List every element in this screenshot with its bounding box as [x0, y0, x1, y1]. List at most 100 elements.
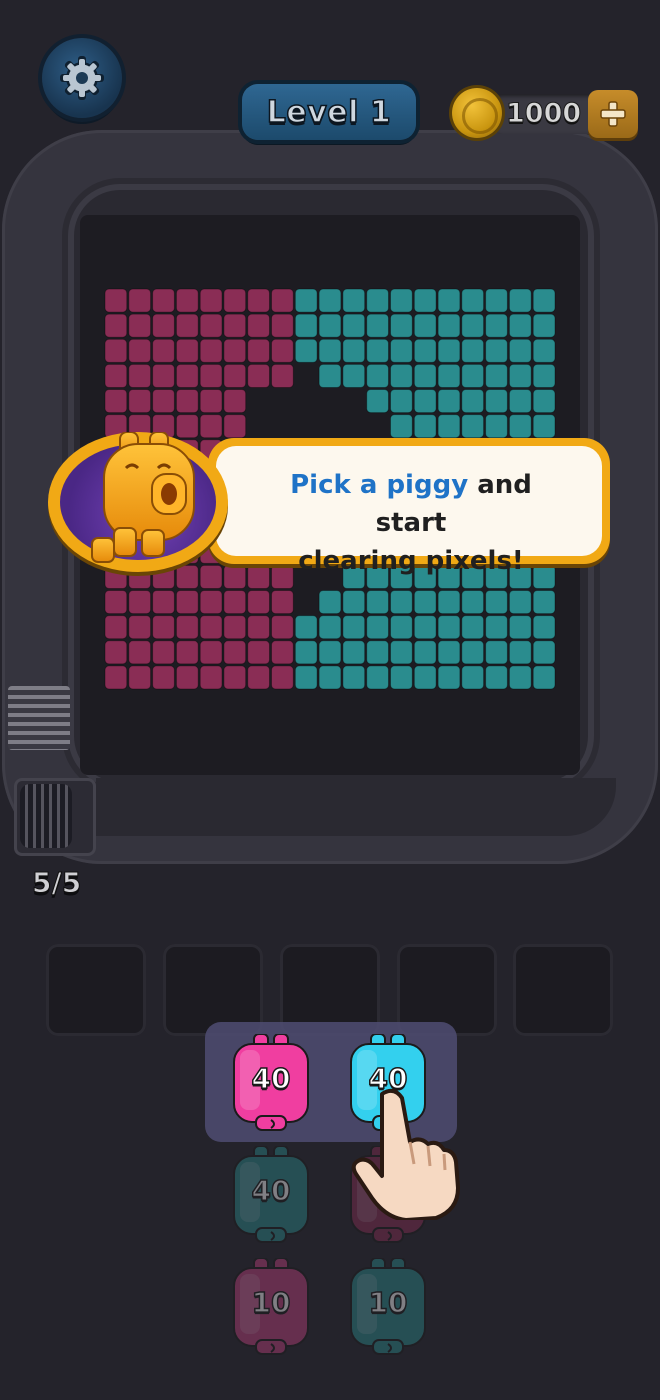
- pixel-block: [247, 640, 270, 665]
- pixel-block: [508, 338, 532, 363]
- tutorial-message: Pick a piggy and start clearing pixels!: [256, 466, 566, 580]
- pixel-block: [175, 363, 199, 389]
- pixel-block: [461, 389, 485, 414]
- pixel-block: [461, 665, 485, 690]
- pixel-block: [437, 615, 461, 640]
- plate-stack: [8, 686, 70, 750]
- pixel-block: [413, 363, 437, 389]
- pixel-block: [461, 640, 485, 665]
- pixel-block: [508, 615, 532, 640]
- pixel-block: [532, 615, 556, 640]
- pixel-block: [485, 288, 508, 313]
- pixel-block: [366, 338, 390, 363]
- add-coins-button[interactable]: [588, 90, 638, 138]
- piggy-capacity-value: 10: [251, 1285, 291, 1320]
- pixel-block: [175, 615, 199, 640]
- pixel-block: [104, 363, 128, 389]
- pixel-block: [152, 665, 175, 690]
- pixel-block: [390, 615, 413, 640]
- pixel-block: [271, 665, 294, 690]
- pixel-block: [128, 389, 152, 414]
- pixel-block: [199, 363, 223, 389]
- pixel-block: [199, 665, 223, 690]
- pixel-block: [271, 363, 294, 389]
- pixel-block: [342, 590, 366, 615]
- pixel-block: [128, 615, 152, 640]
- tutorial-panel-inner: Pick a piggy and start clearing pixels!: [216, 446, 602, 576]
- pixel-block: [152, 615, 175, 640]
- pixel-block: [294, 665, 318, 690]
- pixel-block: [199, 313, 223, 338]
- pixel-block: [366, 288, 390, 313]
- pixel-block: [461, 590, 485, 615]
- coin-value: 1000: [505, 98, 582, 130]
- pixel-block: [104, 288, 128, 313]
- pixel-block: [271, 313, 294, 338]
- piggy-capacity-value: 10: [368, 1285, 408, 1320]
- coin-icon: [452, 88, 502, 138]
- pixel-block: [508, 665, 532, 690]
- pixel-block: [223, 640, 247, 665]
- pixel-block: [390, 640, 413, 665]
- pixel-block: [485, 615, 508, 640]
- pixel-block: [508, 313, 532, 338]
- pixel-block: [366, 389, 390, 414]
- pixel-block: [413, 288, 437, 313]
- pixel-block: [342, 363, 366, 389]
- pixel-block: [294, 288, 318, 313]
- pixel-block: [223, 590, 247, 615]
- reel-disk: [20, 784, 72, 848]
- pixel-block: [175, 313, 199, 338]
- pixel-block: [461, 615, 485, 640]
- piggy-pink-10: 10: [232, 1257, 310, 1358]
- pixel-block: [104, 640, 128, 665]
- pixel-block: [413, 389, 437, 414]
- settings-button[interactable]: [42, 38, 122, 118]
- pixel-block: [485, 665, 508, 690]
- pixel-block: [152, 389, 175, 414]
- pixel-block: [366, 640, 390, 665]
- pixel-block: [508, 288, 532, 313]
- pixel-block: [532, 288, 556, 313]
- piggy-pink-40-active[interactable]: 40: [232, 1033, 310, 1134]
- pixel-block: [104, 389, 128, 414]
- pixel-block: [342, 338, 366, 363]
- pixel-block: [413, 338, 437, 363]
- pixel-block: [152, 288, 175, 313]
- pixel-block: [366, 665, 390, 690]
- pixel-block: [342, 665, 366, 690]
- pixel-block: [413, 665, 437, 690]
- pixel-block: [366, 363, 390, 389]
- piggy-slot-1[interactable]: [46, 944, 146, 1036]
- pixel-block: [128, 313, 152, 338]
- pixel-block: [390, 338, 413, 363]
- pixel-block: [390, 665, 413, 690]
- pixel-block: [223, 615, 247, 640]
- piggy-mascot-icon: [91, 432, 195, 563]
- pixel-block: [318, 640, 342, 665]
- pixel-block: [128, 590, 152, 615]
- pixel-block: [390, 288, 413, 313]
- pixel-block: [390, 590, 413, 615]
- pixel-block: [413, 640, 437, 665]
- pixel-block: [175, 288, 199, 313]
- pixel-block: [199, 640, 223, 665]
- pixel-block: [271, 615, 294, 640]
- pixel-block: [223, 288, 247, 313]
- pixel-block: [390, 363, 413, 389]
- pixel-block: [437, 338, 461, 363]
- pixel-block: [532, 313, 556, 338]
- pixel-block: [247, 288, 270, 313]
- pixel-block: [485, 313, 508, 338]
- piggy-slot-5[interactable]: [513, 944, 613, 1036]
- pixel-block: [413, 615, 437, 640]
- pixel-block: [508, 640, 532, 665]
- pixel-block: [508, 389, 532, 414]
- pixel-block: [104, 665, 128, 690]
- pixel-block: [508, 590, 532, 615]
- pixel-block: [152, 313, 175, 338]
- piggy-capacity-value: 40: [251, 1173, 291, 1208]
- piggy-teal-10: 10: [349, 1257, 427, 1358]
- pixel-block: [104, 590, 128, 615]
- queue-capacity: 5/5: [31, 866, 82, 900]
